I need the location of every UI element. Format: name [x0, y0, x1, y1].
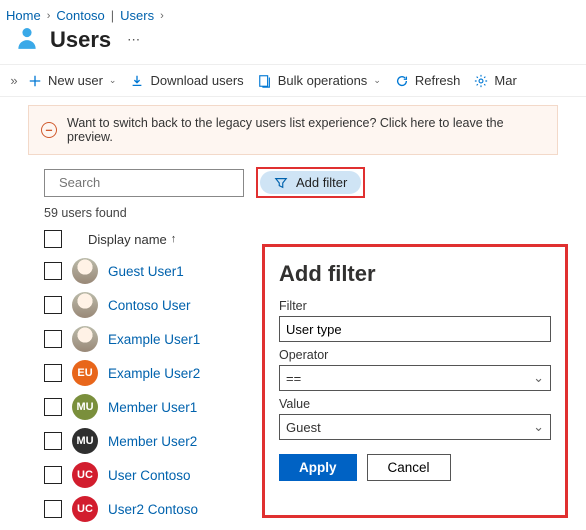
manage-label: Mar	[494, 73, 516, 88]
bulk-operations-button[interactable]: Bulk operations ⌄	[258, 73, 381, 88]
apply-button[interactable]: Apply	[279, 454, 357, 481]
manage-button[interactable]: Mar	[474, 73, 516, 88]
select-all-checkbox[interactable]	[44, 230, 62, 248]
chevron-down-icon: ⌄	[533, 419, 544, 435]
user-count: 59 users found	[44, 206, 586, 220]
avatar	[72, 258, 98, 284]
user-link[interactable]: Example User1	[108, 332, 200, 347]
avatar: MU	[72, 394, 98, 420]
sort-ascending-icon: ↑	[171, 233, 177, 245]
add-filter-highlight: Add filter	[256, 167, 365, 198]
refresh-button[interactable]: Refresh	[395, 73, 461, 88]
avatar	[72, 326, 98, 352]
user-link[interactable]: Member User1	[108, 400, 197, 415]
row-checkbox[interactable]	[44, 432, 62, 450]
avatar: MU	[72, 428, 98, 454]
user-link[interactable]: Guest User1	[108, 264, 184, 279]
panel-title: Add filter	[279, 261, 551, 287]
filter-field-label: Filter	[279, 299, 551, 313]
add-filter-label: Add filter	[296, 175, 347, 190]
download-label: Download users	[150, 73, 243, 88]
user-link[interactable]: Member User2	[108, 434, 197, 449]
row-checkbox[interactable]	[44, 398, 62, 416]
expand-sidebar-button[interactable]: »	[0, 73, 28, 88]
row-checkbox[interactable]	[44, 364, 62, 382]
chevron-down-icon: ⌄	[533, 370, 544, 386]
add-filter-panel: Add filter Filter Operator == ⌄ Value Gu…	[262, 244, 568, 518]
warning-icon: –	[41, 122, 57, 138]
new-user-label: New user	[48, 73, 103, 88]
row-checkbox[interactable]	[44, 466, 62, 484]
chevron-right-icon: ›	[160, 10, 164, 22]
bulk-label: Bulk operations	[278, 73, 368, 88]
new-user-button[interactable]: New user ⌄	[28, 73, 116, 88]
avatar	[72, 292, 98, 318]
chevron-down-icon: ⌄	[373, 75, 381, 86]
row-checkbox[interactable]	[44, 262, 62, 280]
value-field-label: Value	[279, 397, 551, 411]
add-filter-button[interactable]: Add filter	[260, 171, 361, 194]
column-display-name[interactable]: Display name ↑	[88, 232, 176, 247]
search-input-wrapper[interactable]	[44, 169, 244, 197]
value-select[interactable]: Guest ⌄	[279, 414, 551, 440]
user-link[interactable]: User2 Contoso	[108, 502, 198, 517]
search-input[interactable]	[57, 174, 237, 191]
operator-select[interactable]: == ⌄	[279, 365, 551, 391]
filter-field-input[interactable]	[279, 316, 551, 342]
chevron-right-icon: ›	[47, 10, 51, 22]
page-title: Users	[50, 27, 111, 53]
legacy-notice-banner[interactable]: – Want to switch back to the legacy user…	[28, 105, 558, 155]
more-actions-button[interactable]: ⋯	[121, 32, 146, 48]
refresh-label: Refresh	[415, 73, 461, 88]
notice-text: Want to switch back to the legacy users …	[67, 116, 545, 144]
avatar: UC	[72, 496, 98, 522]
users-icon	[14, 25, 40, 54]
row-checkbox[interactable]	[44, 500, 62, 518]
breadcrumb: Home › Contoso | Users ›	[0, 0, 586, 25]
user-link[interactable]: Contoso User	[108, 298, 191, 313]
breadcrumb-home[interactable]: Home	[6, 8, 41, 23]
chevron-down-icon: ⌄	[109, 75, 117, 86]
filter-icon	[274, 176, 288, 190]
download-users-button[interactable]: Download users	[130, 73, 243, 88]
row-checkbox[interactable]	[44, 296, 62, 314]
breadcrumb-separator: |	[111, 8, 114, 23]
row-checkbox[interactable]	[44, 330, 62, 348]
operator-field-label: Operator	[279, 348, 551, 362]
breadcrumb-section[interactable]: Users	[120, 8, 154, 23]
avatar: UC	[72, 462, 98, 488]
avatar: EU	[72, 360, 98, 386]
breadcrumb-org[interactable]: Contoso	[56, 8, 104, 23]
user-link[interactable]: User Contoso	[108, 468, 191, 483]
cancel-button[interactable]: Cancel	[367, 454, 451, 481]
user-link[interactable]: Example User2	[108, 366, 200, 381]
